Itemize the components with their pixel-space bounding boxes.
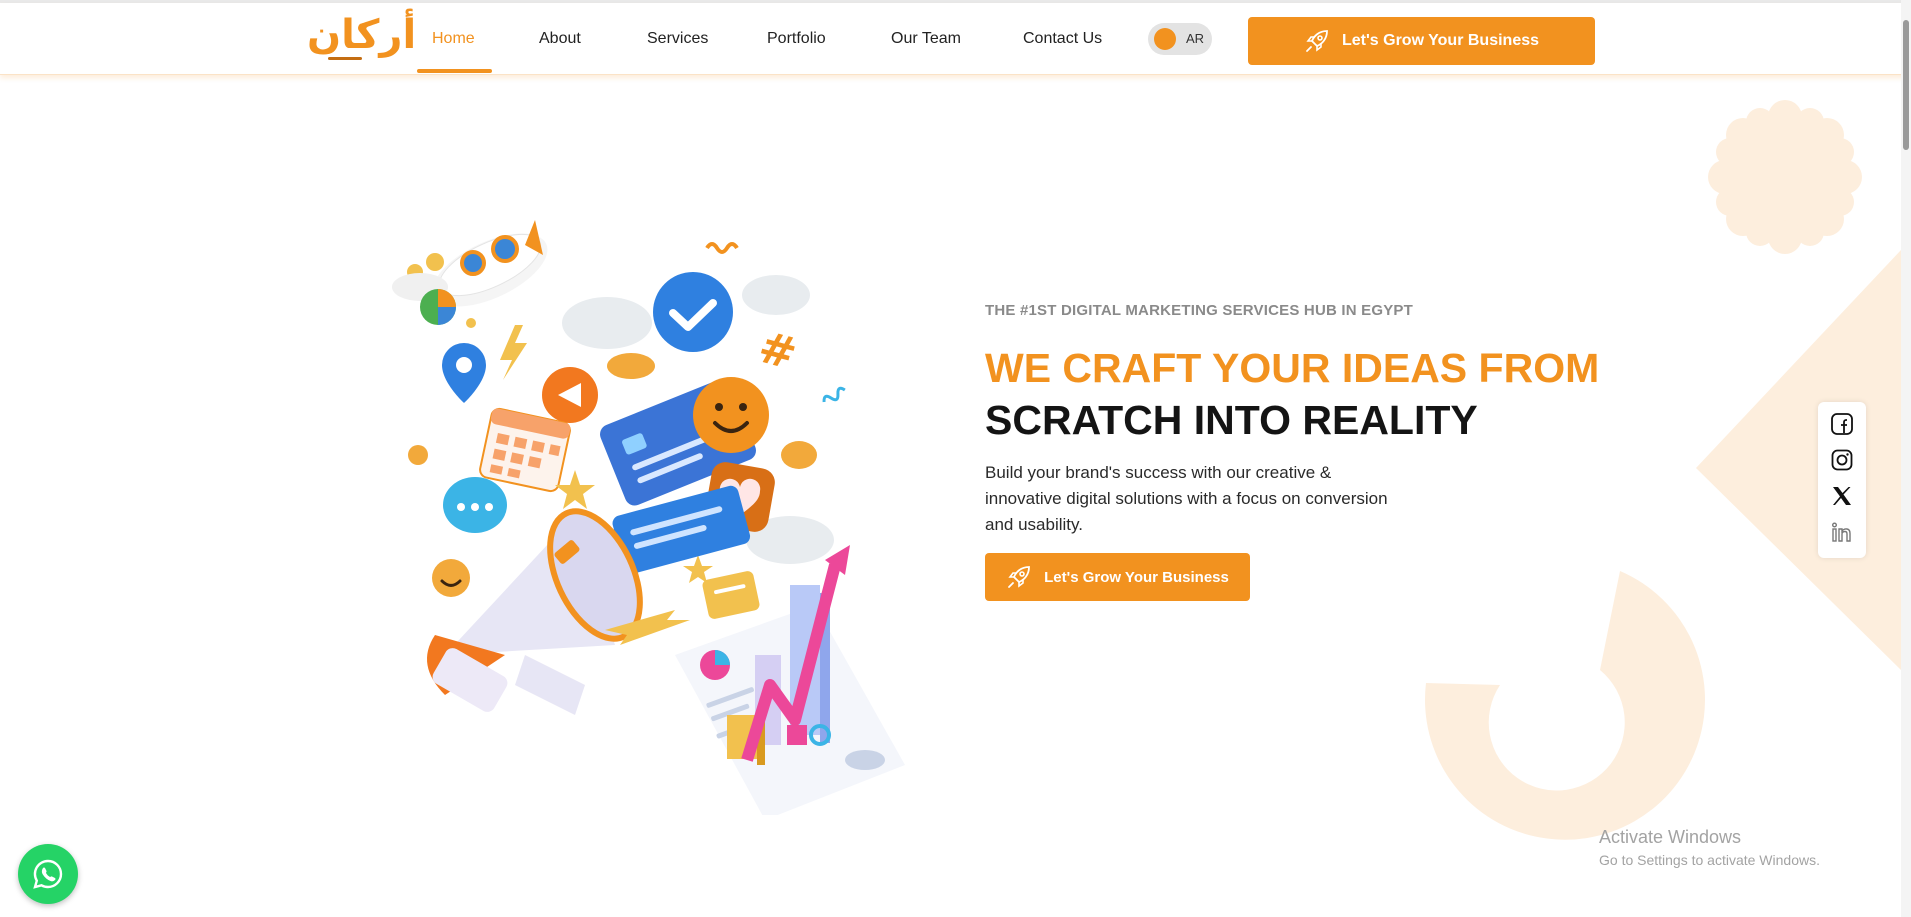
language-label: AR: [1186, 31, 1205, 46]
svg-text:#: #: [753, 322, 802, 381]
hero-cta-button[interactable]: Let's Grow Your Business: [985, 553, 1250, 601]
facebook-icon[interactable]: [1830, 412, 1854, 436]
linkedin-icon[interactable]: [1830, 520, 1854, 544]
hero-description: Build your brand's success with our crea…: [985, 463, 1388, 534]
toggle-knob: [1154, 28, 1176, 50]
diamond-decoration: [1696, 250, 1901, 670]
activate-windows-title: Activate Windows: [1599, 827, 1742, 847]
hero-headline-line2: SCRATCH INTO REALITY: [985, 397, 1478, 443]
rocket-icon: [1008, 566, 1031, 588]
logo-text: أركان: [307, 12, 418, 58]
page-scrollbar[interactable]: [1901, 0, 1911, 917]
gear-decoration: [1708, 100, 1862, 254]
rocket-icon: [1306, 30, 1328, 52]
arc-decoration: [1424, 571, 1705, 840]
nav-services[interactable]: Services: [647, 25, 708, 53]
whatsapp-button[interactable]: [18, 844, 78, 904]
nav-contact-us[interactable]: Contact Us: [1023, 25, 1102, 53]
nav-home[interactable]: Home: [432, 25, 475, 53]
nav-about[interactable]: About: [539, 25, 581, 53]
header-cta-label: Let's Grow Your Business: [1341, 32, 1540, 49]
header-cta-button[interactable]: Let's Grow Your Business: [1248, 17, 1595, 65]
hero-headline-line1: WE CRAFT YOUR IDEAS FROM: [985, 345, 1600, 391]
scrollbar-thumb[interactable]: [1903, 20, 1909, 150]
x-icon[interactable]: [1830, 484, 1854, 508]
language-toggle[interactable]: AR: [1148, 23, 1212, 55]
hero-eyebrow: THE #1ST DIGITAL MARKETING SERVICES HUB …: [985, 302, 1413, 319]
whatsapp-icon: [33, 859, 63, 889]
navbar: أركان Home About Services Portfolio Our …: [0, 3, 1911, 75]
activate-windows-subtitle: Go to Settings to activate Windows.: [1599, 852, 1820, 868]
social-links-bar: [1818, 402, 1866, 558]
marketing-illustration: #: [392, 220, 905, 815]
rocket-illustration: [392, 220, 548, 307]
nav-our-team[interactable]: Our Team: [891, 25, 961, 53]
nav-portfolio[interactable]: Portfolio: [767, 25, 826, 53]
active-nav-indicator: [417, 69, 492, 73]
instagram-icon[interactable]: [1830, 448, 1854, 472]
hero-headline: WE CRAFT YOUR IDEAS FROM SCRATCH INTO RE…: [985, 342, 1599, 446]
logo[interactable]: أركان: [307, 12, 418, 67]
hero-cta-label: Let's Grow Your Business: [1044, 568, 1229, 586]
